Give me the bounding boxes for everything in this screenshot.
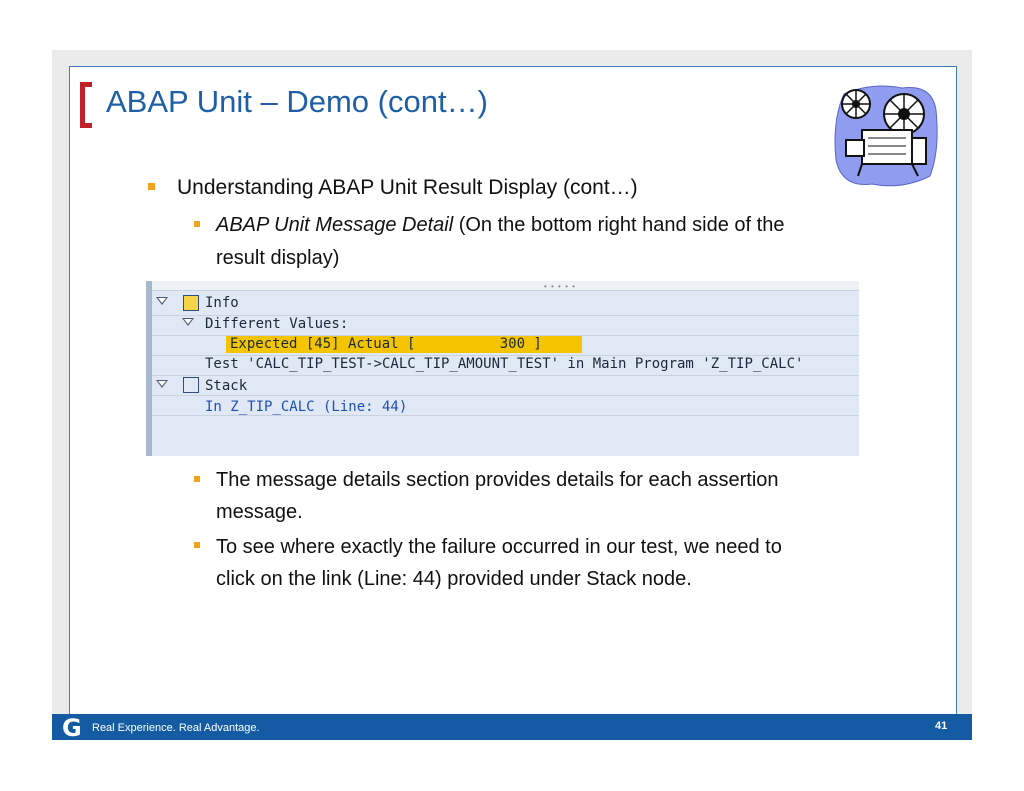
stack-node-icon [183, 377, 199, 393]
info-node-label[interactable]: Info [205, 293, 239, 313]
stack-node-label[interactable]: Stack [205, 376, 247, 396]
bullet-marker [148, 183, 155, 190]
projector-clipart-icon [834, 85, 938, 187]
test-main-program-line: Test 'CALC_TIP_TEST->CALC_TIP_AMOUNT_TES… [205, 356, 804, 372]
company-logo: G [62, 714, 82, 742]
different-values-label[interactable]: Different Values: [205, 314, 348, 334]
bullet-message-details-section-line2: message. [216, 501, 303, 523]
bullet-message-details-section: The message details section provides det… [216, 469, 779, 491]
expand-triangle-icon[interactable] [182, 318, 194, 326]
info-node-icon [183, 295, 199, 311]
expand-triangle-icon[interactable] [156, 297, 168, 305]
stack-line-link[interactable]: In Z_TIP_CALC (Line: 44) [205, 397, 407, 417]
splitter-handle[interactable]: • • • • • [544, 282, 576, 291]
bullet-message-detail-line2: result display) [216, 247, 340, 269]
footer-tagline: Real Experience. Real Advantage. [92, 722, 260, 734]
expand-triangle-icon[interactable] [156, 380, 168, 388]
bullet-message-detail: ABAP Unit Message Detail (On the bottom … [216, 210, 784, 240]
bullet-marker [194, 476, 200, 482]
slide-title: ABAP Unit – Demo (cont…) [106, 84, 488, 119]
row-divider [152, 375, 859, 376]
bullet-marker [194, 542, 200, 548]
bullet-failure-location: To see where exactly the failure occurre… [216, 536, 782, 558]
title-bracket [80, 82, 92, 128]
message-detail-rest: (On the bottom right hand side of the [453, 214, 785, 236]
expected-actual-line: Expected [45] Actual [ 300 ] [230, 336, 542, 352]
row-divider [152, 395, 859, 396]
panel-splitter[interactable]: • • • • • [152, 281, 859, 291]
bullet-failure-location-line2: click on the link (Line: 44) provided un… [216, 568, 692, 590]
bullet-understanding: Understanding ABAP Unit Result Display (… [177, 176, 638, 199]
page-number: 41 [935, 720, 948, 732]
message-detail-emphasis: ABAP Unit Message Detail [216, 214, 454, 236]
bullet-marker [194, 221, 200, 227]
